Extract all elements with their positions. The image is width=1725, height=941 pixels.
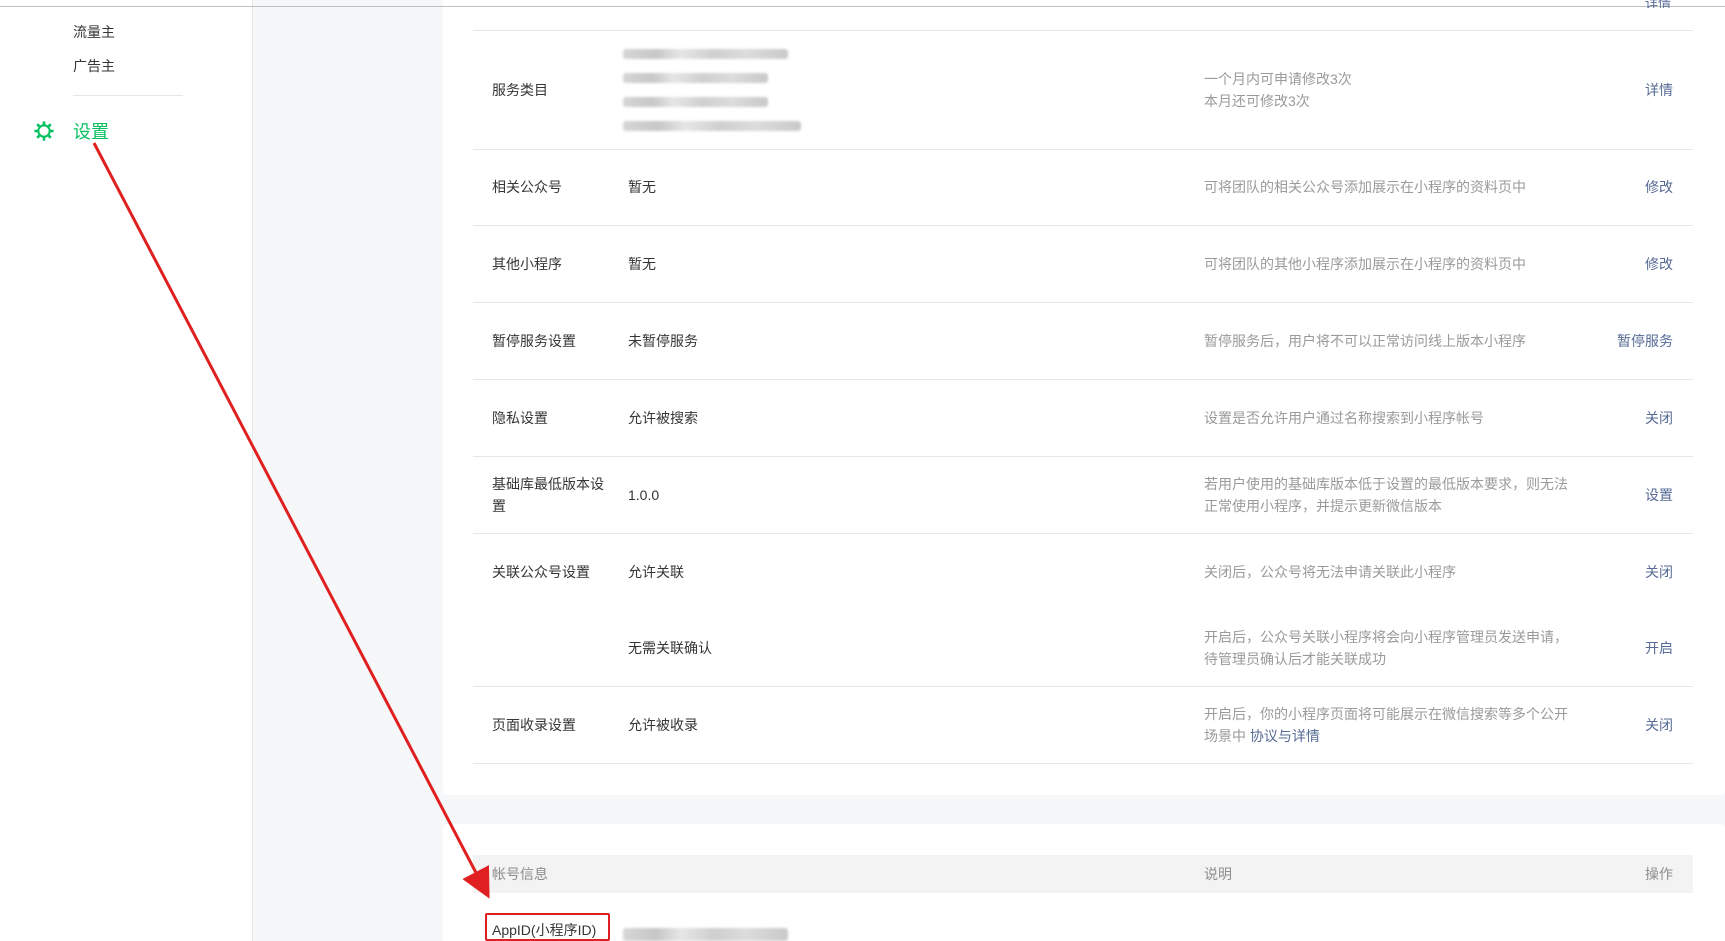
annotation-arrow — [92, 142, 490, 899]
